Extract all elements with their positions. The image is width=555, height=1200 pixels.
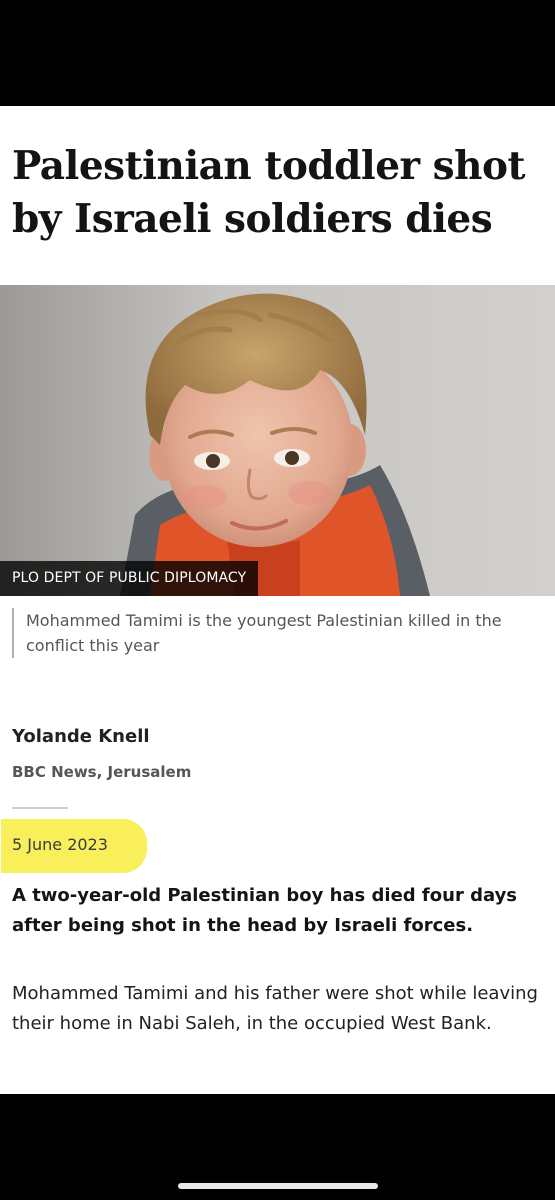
article-headline: Palestinian toddler shot by Israeli sold… [12, 143, 526, 242]
byline-divider [12, 807, 68, 809]
image-caption: Mohammed Tamimi is the youngest Palestin… [12, 608, 516, 658]
article-photo[interactable]: PLO DEPT OF PUBLIC DIPLOMACY [0, 285, 555, 596]
home-indicator[interactable] [178, 1183, 378, 1189]
article-body-paragraph: Mohammed Tamimi and his father were shot… [12, 983, 538, 1034]
author-organization: BBC News, Jerusalem [12, 763, 192, 781]
article-date: 5 June 2023 [12, 835, 108, 854]
author-name: Yolande Knell [12, 726, 150, 747]
image-credit: PLO DEPT OF PUBLIC DIPLOMACY [0, 561, 259, 596]
article-lead-paragraph: A two-year-old Palestinian boy has died … [12, 885, 518, 936]
top-black-bar [0, 0, 555, 106]
article-page[interactable]: Palestinian toddler shot by Israeli sold… [0, 106, 555, 1094]
child-portrait-image [120, 293, 430, 596]
